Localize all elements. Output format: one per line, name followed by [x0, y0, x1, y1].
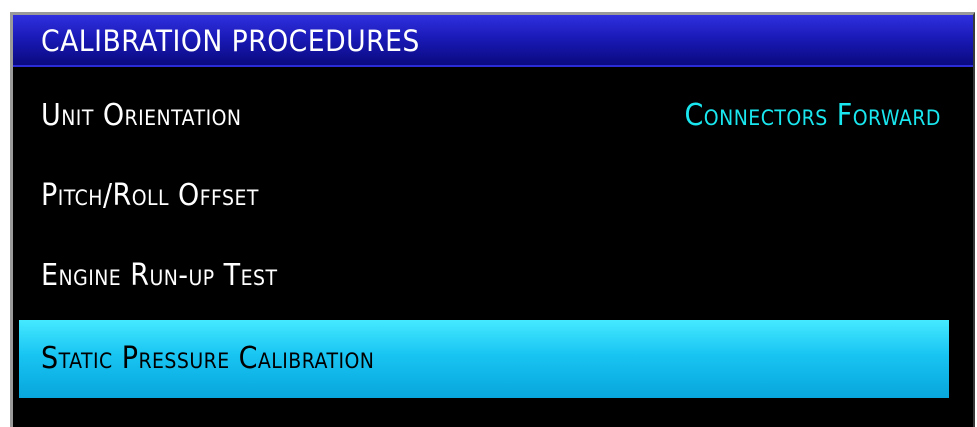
menu-item-label: Static Pressure Calibration	[41, 341, 375, 376]
menu-item-label: Pitch/Roll Offset	[41, 178, 259, 213]
menu-item-pitch-roll-offset[interactable]: Pitch/Roll Offset	[19, 157, 949, 235]
menu-item-engine-run-up-test[interactable]: Engine Run-up Test	[19, 237, 949, 315]
menu-item-label: Engine Run-up Test	[41, 258, 278, 293]
menu-item-static-pressure-calibration[interactable]: Static Pressure Calibration	[19, 320, 949, 398]
menu-item-label: Unit Orientation	[41, 98, 242, 133]
title-bar: CALIBRATION PROCEDURES	[13, 15, 973, 67]
menu-item-unit-orientation[interactable]: Unit Orientation Connectors Forward	[19, 77, 949, 155]
unit-orientation-value: Connectors Forward	[684, 98, 941, 133]
calibration-procedures-panel: CALIBRATION PROCEDURES Unit Orientation …	[10, 12, 975, 427]
page-title: CALIBRATION PROCEDURES	[41, 24, 420, 58]
